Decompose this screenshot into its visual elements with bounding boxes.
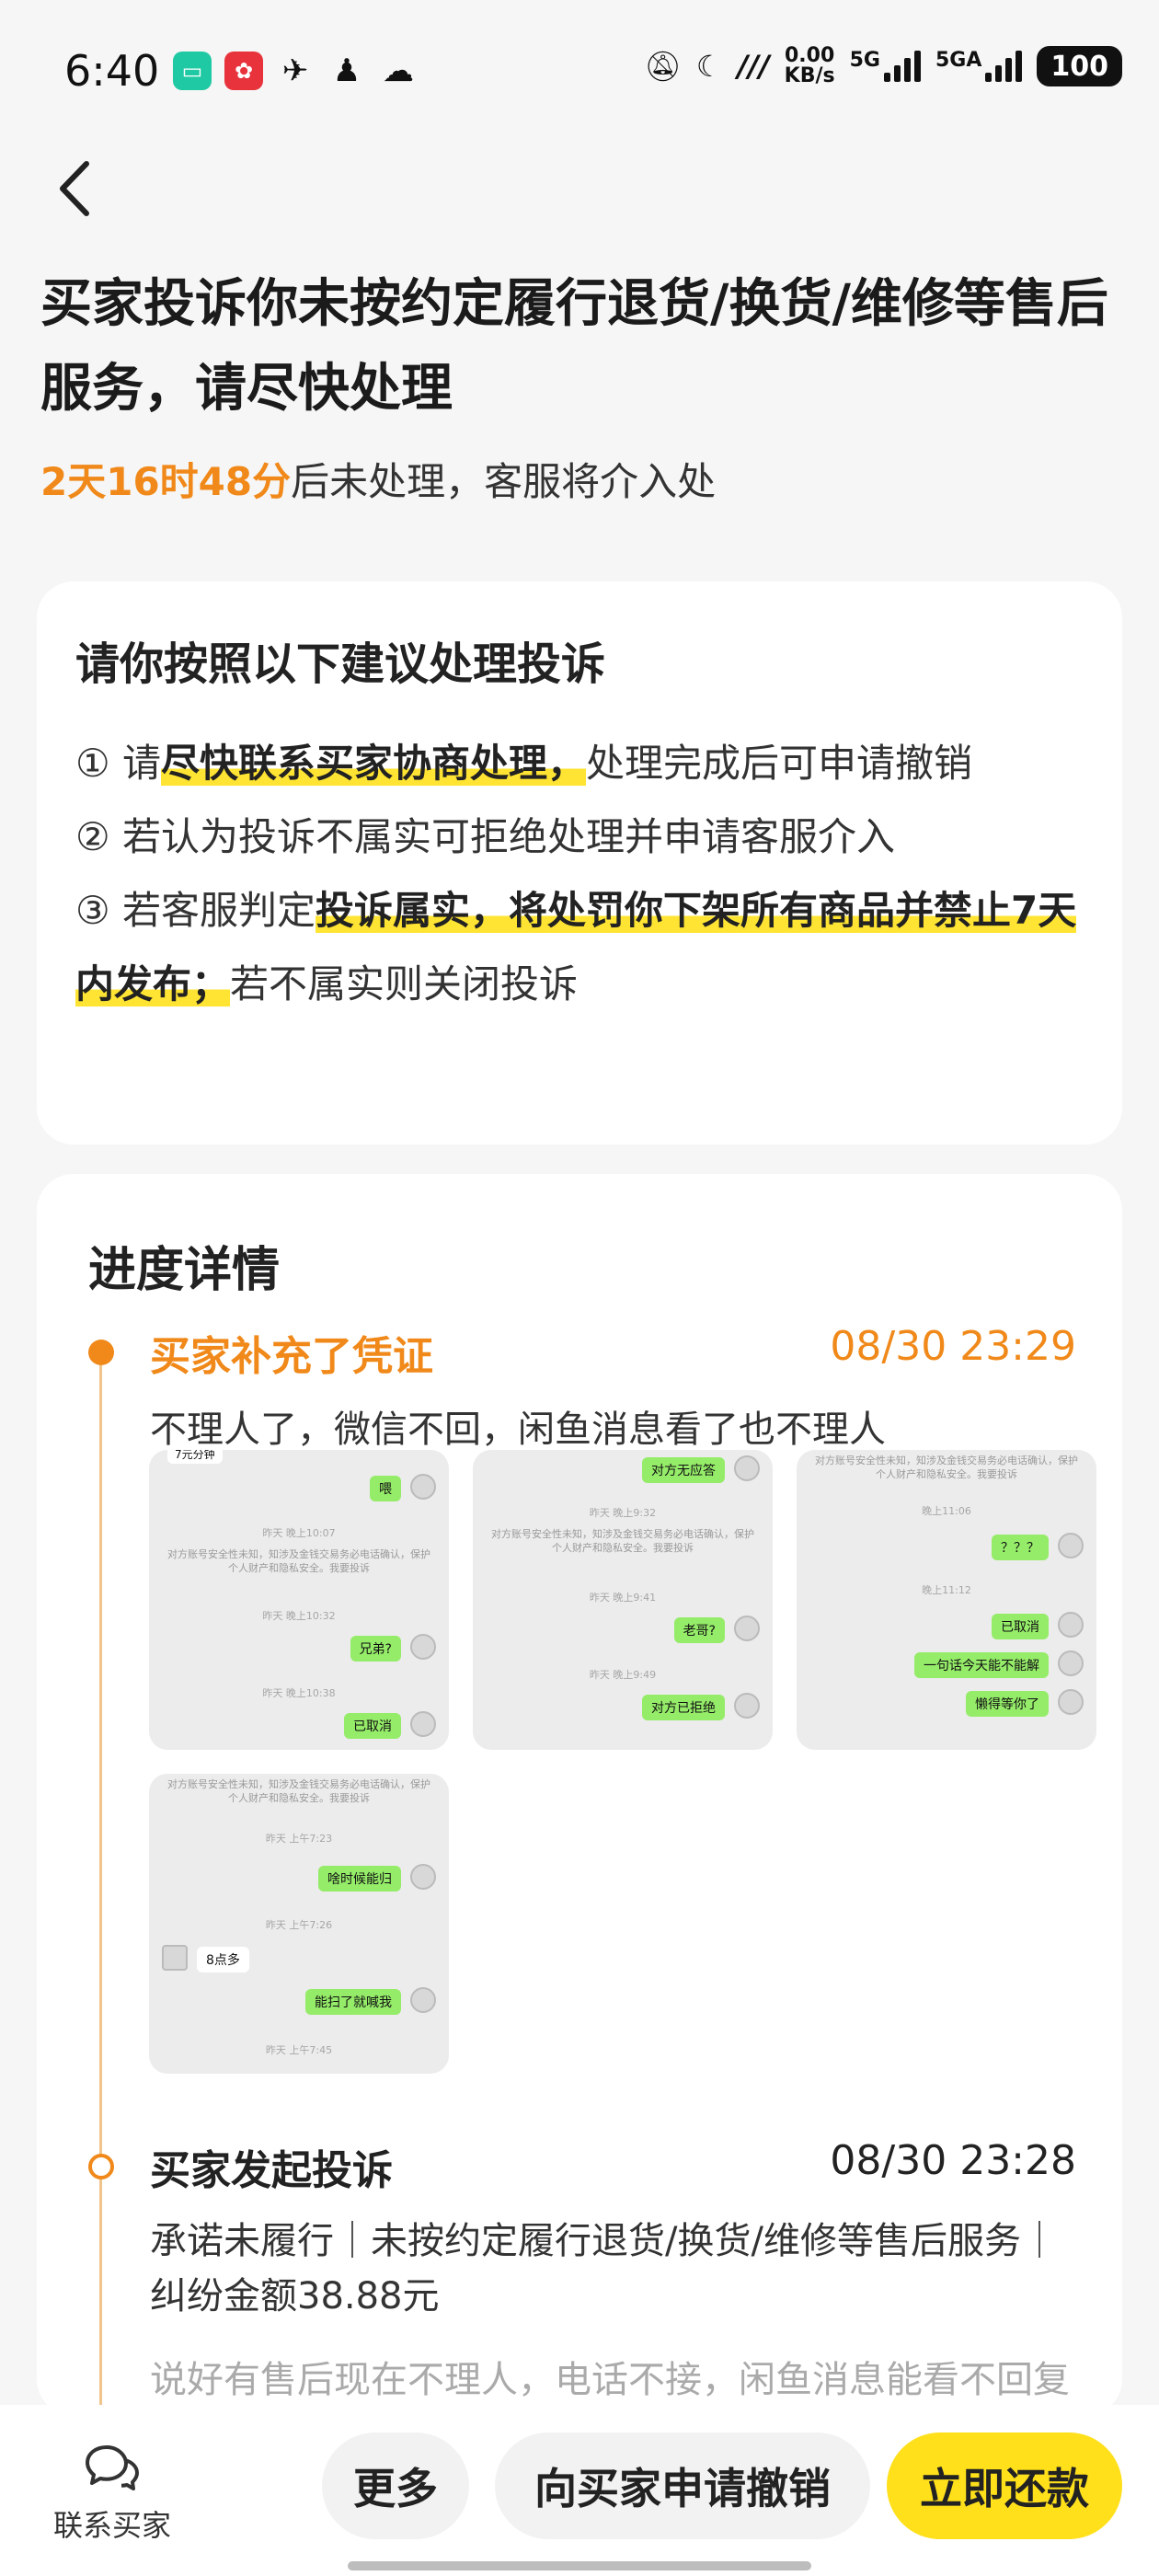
avatar (410, 1987, 436, 2013)
clock: 6:40 (64, 46, 160, 96)
timeline-dot-current (88, 1340, 114, 1365)
mute-icon: 🔕︎ (644, 49, 682, 84)
deadline-text: 2天16时48分后未处理，客服将介入处 (40, 459, 717, 504)
bottom-action-bar: 联系买家 更多 向买家申请撤销 立即还款 (0, 2405, 1159, 2576)
event-note: 说好有售后现在不理人，电话不接，闲鱼消息能看不回复 (150, 2359, 1070, 2401)
timeline-line (99, 1358, 102, 2425)
contact-buyer-button[interactable]: 联系买家 (48, 2442, 177, 2545)
qq-icon: ♟ (332, 52, 361, 89)
timeline-dot (88, 2154, 114, 2179)
suggestion-item-3: ③ 若客服判定投诉属实，将处罚你下架所有商品并禁止7天内发布；若不属实则关闭投诉 (75, 888, 1077, 1006)
suggestion-item-2: ② 若认为投诉不属实可拒绝处理并申请客服介入 (75, 814, 896, 859)
evidence-gallery: 7元分钟 喂 昨天 晚上10:07 对方账号安全性未知，知涉及金钱交易务必电话确… (149, 1450, 1096, 2074)
wechat-icon: ☁ (383, 52, 414, 89)
suggestions-card: 请你按照以下建议处理投诉 ① 请尽快联系买家协商处理，处理完成后可申请撤销 ② … (37, 581, 1122, 1144)
avatar (734, 1693, 760, 1719)
signal-bars-icon (985, 51, 1023, 82)
home-indicator[interactable] (348, 2561, 811, 2570)
signal-bars-icon (883, 51, 921, 82)
suggestion-item-1: ① 请尽快联系买家协商处理，处理完成后可申请撤销 (75, 741, 973, 786)
do-not-disturb-icon: ☾ (695, 49, 723, 84)
avatar (1058, 1612, 1084, 1638)
avatar (1058, 1689, 1084, 1715)
battery-icon: 100 (1037, 46, 1122, 86)
avatar (734, 1616, 760, 1641)
event-time: 08/30 23:29 (830, 1323, 1076, 1370)
avatar (410, 1634, 436, 1660)
bird-icon: ✈ (281, 52, 309, 89)
evidence-image[interactable]: 对方无应答 昨天 晚上9:32 对方账号安全性未知，知涉及金钱交易务必电话确认，… (473, 1450, 773, 1750)
chevron-left-icon (60, 161, 89, 216)
evidence-image[interactable]: 对方账号安全性未知，知涉及金钱交易务必电话确认，保护个人财产和隐私安全。我要投诉… (149, 1774, 449, 2074)
countdown: 2天16时48分 (40, 459, 292, 504)
suggestions-heading: 请你按照以下建议处理投诉 (75, 638, 606, 690)
event-description: 不理人了，微信不回，闲鱼消息看了也不理人 (150, 1409, 886, 1451)
signal-sim2: 5GA (935, 51, 1023, 82)
chat-icon (86, 2445, 139, 2490)
progress-heading: 进度详情 (88, 1243, 281, 1298)
avatar (410, 1474, 436, 1500)
event-title: 买家补充了凭证 (150, 1333, 433, 1380)
nfc-icon: /// (737, 49, 770, 84)
system-indicators: 🔕︎ ☾ /// 0.00 KB/s 5G 5GA 100 (644, 46, 1122, 86)
signal-sim1: 5G (850, 51, 921, 82)
avatar (410, 1864, 436, 1890)
avatar (1058, 1650, 1084, 1676)
app-notification-icon: ▭ (173, 52, 212, 90)
request-revoke-button[interactable]: 向买家申请撤销 (495, 2432, 870, 2539)
app-notification-icon: ✿ (224, 52, 263, 90)
page-title: 买家投诉你未按约定履行退货/换货/维修等售后服务，请尽快处理 (40, 274, 1108, 419)
notification-icons: ▭ ✿ ✈ ♟ ☁ (173, 52, 418, 90)
evidence-image[interactable]: 7元分钟 喂 昨天 晚上10:07 对方账号安全性未知，知涉及金钱交易务必电话确… (149, 1450, 449, 1750)
avatar (162, 1945, 188, 1971)
repay-now-button[interactable]: 立即还款 (887, 2432, 1122, 2539)
progress-card: 进度详情 买家补充了凭证 08/30 23:29 不理人了，微信不回，闲鱼消息看… (37, 1174, 1122, 2425)
avatar (410, 1711, 436, 1737)
avatar (734, 1455, 760, 1481)
back-button[interactable] (46, 156, 110, 221)
status-bar: 6:40 ▭ ✿ ✈ ♟ ☁ 🔕︎ ☾ /// 0.00 KB/s 5G 5GA… (0, 0, 1159, 138)
event-time: 08/30 23:28 (830, 2137, 1076, 2184)
more-button[interactable]: 更多 (322, 2432, 469, 2539)
network-speed: 0.00 KB/s (784, 44, 835, 87)
avatar (1058, 1533, 1084, 1558)
event-title: 买家发起投诉 (150, 2147, 393, 2194)
evidence-image[interactable]: 对方账号安全性未知，知涉及金钱交易务必电话确认，保护个人财产和隐私安全。我要投诉… (797, 1450, 1096, 1750)
event-description: 承诺未履行｜未按约定履行退货/换货/维修等售后服务｜纠纷金额38.88元 (150, 2220, 1058, 2317)
